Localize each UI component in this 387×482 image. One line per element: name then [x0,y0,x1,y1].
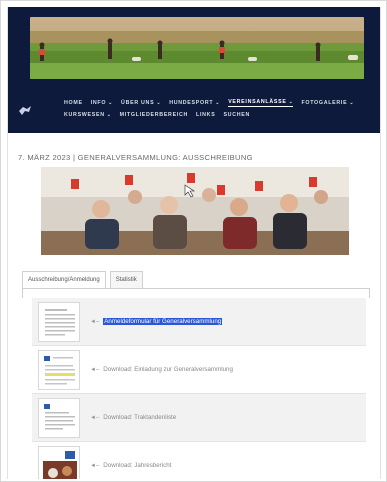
arrow-left-icon: ◄– [90,462,100,469]
site-logo-icon[interactable] [18,105,32,117]
main-navigation: HOME INFO ⌄ ÜBER UNS ⌄ HUNDESPORT ⌄ VEREINSANLÄ… [64,97,376,121]
letter-thumbnail[interactable] [38,350,80,390]
nav-item-label: MITGLIEDERBEREICH [119,112,189,118]
site-header: HOME INFO ⌄ ÜBER UNS ⌄ HUNDESPORT ⌄ VEREINSANLÄ… [8,7,380,133]
nav-item-info[interactable]: INFO ⌄ [91,100,113,106]
chevron-down-icon: ⌄ [108,100,114,106]
list-item: ◄– Download: Jahresbericht [32,442,366,479]
nav-item-hundesport[interactable]: HUNDESPORT ⌄ [169,100,220,106]
document-tabs: Ausschreibung/Anmeldung Statistik [22,271,147,289]
nav-item-label: INFO [90,100,107,106]
nav-item-links[interactable]: LINKS [196,112,215,118]
chevron-down-icon: ⌄ [349,100,355,106]
document-link-anmeldeformular[interactable]: ◄– Anmeldeformular für Generalversammlun… [90,318,223,325]
document-link-traktandenliste[interactable]: ◄– Download: Traktandenliste [90,414,176,421]
document-list: ◄– Anmeldeformular für Generalversammlun… [32,298,366,479]
nav-item-label: HUNDESPORT [169,100,214,106]
page: HOME INFO ⌄ ÜBER UNS ⌄ HUNDESPORT ⌄ VEREINSANLÄ… [7,7,381,479]
tab-ausschreibung-anmeldung[interactable]: Ausschreibung/Anmeldung [22,271,106,289]
arrow-left-icon: ◄– [90,414,100,421]
assembly-photo [41,167,349,255]
list-item: ◄– Download: Traktandenliste [32,394,366,442]
header-banner-image [30,17,364,79]
nav-item-label: VEREINSANLÄSSE [228,99,287,105]
browser-frame: HOME INFO ⌄ ÜBER UNS ⌄ HUNDESPORT ⌄ VEREINSANLÄ… [0,0,387,482]
tab-panel [22,288,370,298]
nav-item-label: HOME [64,100,83,106]
chevron-down-icon: ⌄ [215,100,221,106]
tab-statistik[interactable]: Statistik [109,271,143,289]
nav-item-über-uns[interactable]: ÜBER UNS ⌄ [121,100,161,106]
nav-item-label: KURSWESEN [64,112,105,118]
nav-item-home[interactable]: HOME [64,100,83,106]
post-title: 7. MÄRZ 2023 | GENERALVERSAMMLUNG: AUSSC… [18,153,253,162]
document-link-label: Download: Einladung zur Generalversammlu… [103,366,233,373]
nav-row-2: KURSWESEN ⌄ MITGLIEDERBEREICH LINKS SUCHEN [64,109,376,121]
nav-item-mitgliederbereich[interactable]: MITGLIEDERBEREICH [120,112,188,118]
document-link-label: Anmeldeformular für Generalversammlung [103,318,223,325]
list-item: ◄– Anmeldeformular für Generalversammlun… [32,298,366,346]
nav-item-label: ÜBER UNS [121,100,155,106]
document-link-jahresbericht[interactable]: ◄– Download: Jahresbericht [90,462,171,469]
report-thumbnail[interactable] [38,446,80,479]
chevron-down-icon: ⌄ [106,112,112,118]
nav-item-vereinsanlässe[interactable]: VEREINSANLÄSSE ⌄ [228,99,294,107]
agenda-thumbnail[interactable] [38,398,80,438]
chevron-down-icon: ⌄ [288,99,294,105]
document-link-label: Download: Traktandenliste [103,414,177,421]
nav-item-fotogalerie[interactable]: FOTOGALERIE ⌄ [301,100,354,106]
list-item: ◄– Download: Einladung zur Generalversam… [32,346,366,394]
form-thumbnail[interactable] [38,302,80,342]
nav-item-label: LINKS [196,112,216,118]
chevron-down-icon: ⌄ [156,100,162,106]
arrow-left-icon: ◄– [90,366,100,373]
document-link-label: Download: Jahresbericht [103,462,172,469]
nav-row-1: HOME INFO ⌄ ÜBER UNS ⌄ HUNDESPORT ⌄ VEREINSANLÄ… [64,97,376,109]
document-link-einladung[interactable]: ◄– Download: Einladung zur Generalversam… [90,366,233,373]
nav-item-label: SUCHEN [223,112,251,118]
arrow-left-icon: ◄– [90,318,100,325]
nav-item-kurswesen[interactable]: KURSWESEN ⌄ [64,112,112,118]
nav-item-suchen[interactable]: SUCHEN [223,112,250,118]
nav-item-label: FOTOGALERIE [301,100,348,106]
